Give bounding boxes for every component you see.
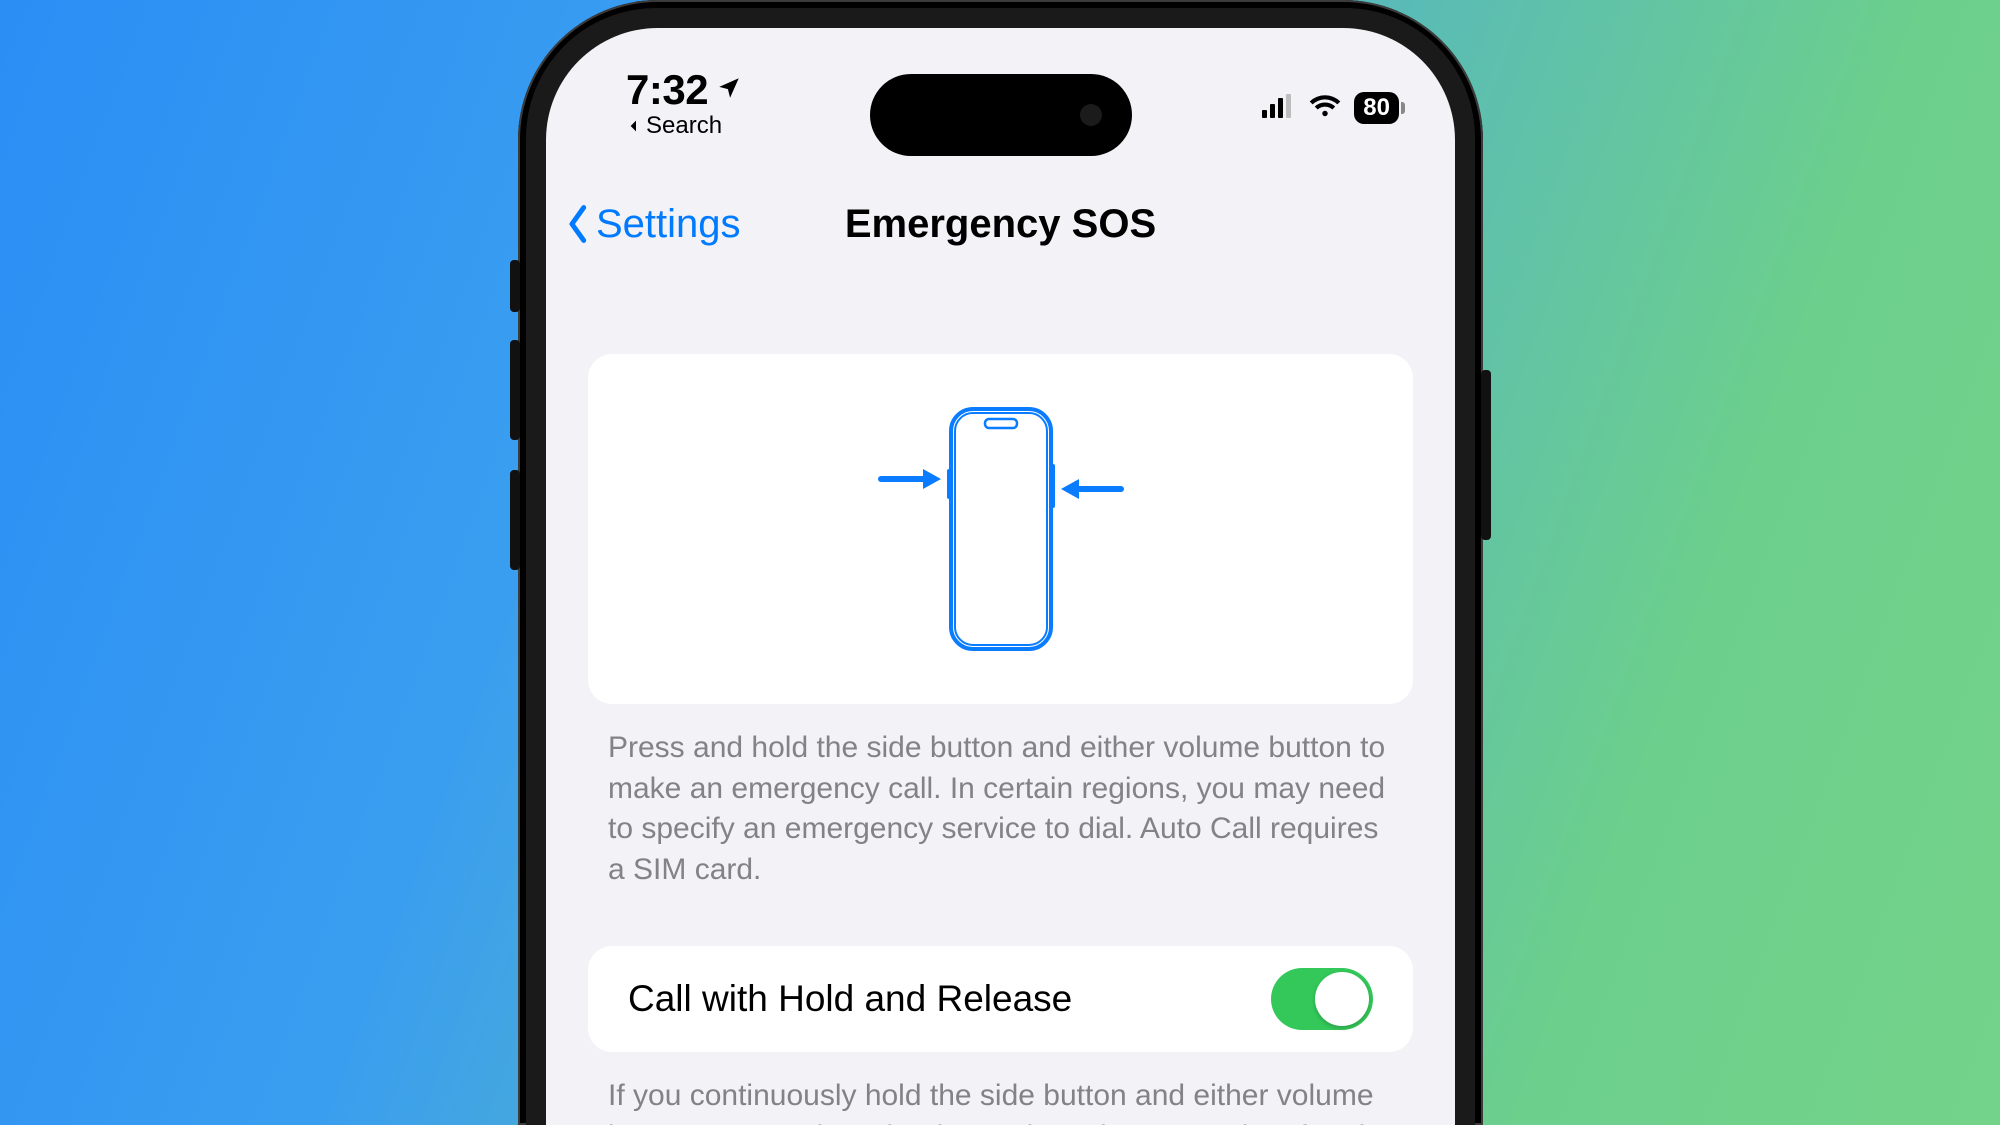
breadcrumb-back[interactable]: Search [626,112,722,140]
setting-footer-hold-release: If you continuously hold the side button… [608,1076,1393,1125]
battery-indicator: 80 [1354,92,1399,124]
content-scroll[interactable]: Press and hold the side button and eithe… [546,282,1455,1125]
ringer-switch-icon [510,260,520,312]
status-bar: 7:32 Search [546,66,1455,136]
phone-press-illustration-icon [851,399,1151,659]
side-button-icon [1481,370,1491,540]
page-title: Emergency SOS [546,202,1455,247]
volume-down-button-icon [510,470,520,570]
toggle-hold-release[interactable] [1271,968,1373,1030]
page-background: 7:32 Search [0,0,2000,1125]
sos-illustration-footer: Press and hold the side button and eithe… [608,728,1393,890]
location-icon [716,75,742,106]
cellular-icon [1262,92,1296,125]
breadcrumb-back-label: Search [646,112,722,140]
setting-label-hold-release: Call with Hold and Release [628,978,1072,1020]
nav-bar: Settings Emergency SOS [546,186,1455,262]
status-time: 7:32 [626,66,708,114]
setting-row-hold-release[interactable]: Call with Hold and Release [588,946,1413,1052]
phone-screen: 7:32 Search [546,28,1455,1125]
phone-frame: 7:32 Search [518,0,1483,1125]
volume-up-button-icon [510,340,520,440]
wifi-icon [1308,92,1342,125]
sos-illustration-card [588,354,1413,704]
toggle-knob [1315,972,1369,1026]
